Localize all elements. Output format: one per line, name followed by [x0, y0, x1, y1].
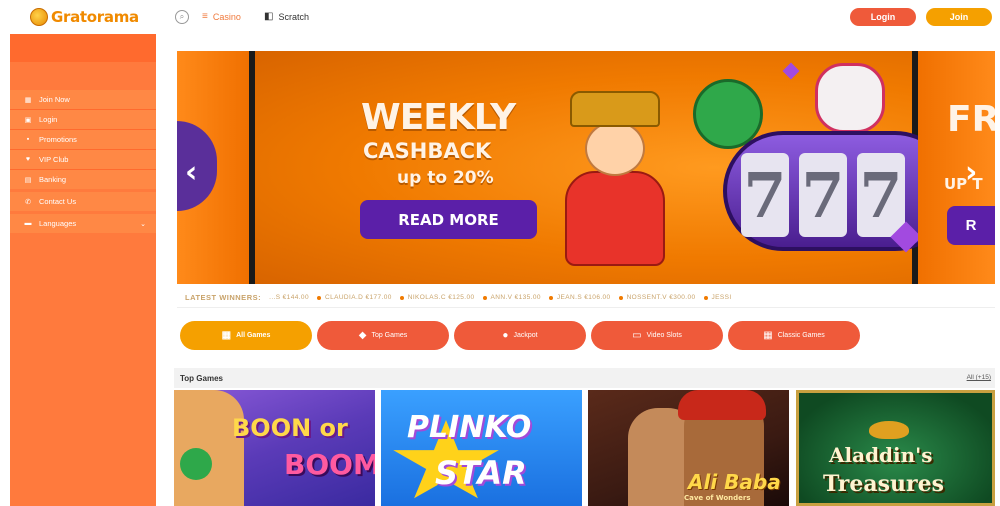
reel-symbol: 7 — [741, 153, 789, 237]
tab-top-games[interactable]: ◆ Top Games — [317, 321, 449, 350]
game-title: BOON or — [232, 414, 348, 442]
logo[interactable]: Gratorama — [30, 8, 139, 26]
next-slide-preview: FR UP T R — [918, 51, 995, 284]
view-all-link[interactable]: All (+15) — [967, 374, 991, 381]
app-root: Gratorama ⌕ ≡ Casino ◧ Scratch Login Joi… — [0, 0, 1000, 506]
scratch-icon: ◧ — [264, 11, 274, 22]
game-tile-boon-or-boom[interactable]: BOON or BOOM — [174, 390, 375, 506]
sidebar-contact[interactable]: ✆ Contact Us — [10, 192, 156, 211]
bomb-art — [180, 448, 212, 480]
heart-icon: ♥ — [25, 156, 31, 163]
winner-item: ANN.V €135.00 — [482, 294, 541, 301]
carousel-next-arrow[interactable]: › — [965, 155, 977, 190]
game-title-line2: BOOM — [284, 448, 375, 481]
promo-subtitle: CASHBACK — [363, 139, 492, 163]
sidebar-item-label: Login — [39, 115, 58, 124]
game-tile-ali-baba[interactable]: Ali Baba Cave of Wonders — [588, 390, 789, 506]
game-tile-plinko-star[interactable]: PLINKO STAR — [381, 390, 582, 506]
winner-item: ...S €144.00 — [269, 294, 309, 301]
sidebar-contact-label: Contact Us — [39, 197, 77, 206]
top-bar: Gratorama ⌕ ≡ Casino ◧ Scratch Login Joi… — [0, 0, 1000, 34]
flag-icon: ▬ — [24, 220, 32, 227]
sidebar-item-label: Banking — [39, 175, 67, 184]
category-tabs: ▦ All Games ◆ Top Games ● Jackpot ▭ Vide… — [180, 321, 860, 350]
grid-icon: ≡ — [202, 11, 208, 22]
tab-video-slots[interactable]: ▭ Video Slots — [591, 321, 723, 350]
login-icon: ▣ — [24, 116, 32, 124]
ticker-label: LATEST WINNERS: — [185, 293, 262, 302]
game-title: Aladdin's — [829, 443, 933, 467]
winner-item: JESSI — [703, 294, 732, 301]
winner-item: JEAN.S €106.00 — [548, 294, 611, 301]
sidebar-item-login[interactable]: ▣ Login — [10, 110, 156, 129]
nav-casino[interactable]: ≡ Casino — [202, 11, 241, 22]
nav-scratch-label: Scratch — [278, 11, 309, 22]
grid-icon: ▦ — [763, 330, 773, 341]
turban-art — [678, 390, 766, 420]
sidebar-item-label: Promotions — [39, 135, 77, 144]
next-slide-button: R — [947, 206, 995, 245]
game-title: Ali Baba — [688, 470, 781, 494]
sidebar-languages[interactable]: ▬ Languages ⌄ — [10, 214, 156, 233]
character-art — [174, 390, 244, 506]
logo-text: Gratorama — [51, 8, 139, 26]
sidebar-header — [10, 34, 156, 62]
winner-item: NOSSENT.V €300.00 — [618, 294, 696, 301]
lamp-art — [869, 421, 909, 439]
sidebar-menu: ▦ Join Now ▣ Login ▪ Promotions ♥ VIP Cl… — [10, 90, 156, 189]
carousel-prev-arrow[interactable]: ‹ — [185, 155, 197, 190]
section-title: Top Games — [180, 374, 223, 383]
coin-icon: ● — [502, 330, 509, 341]
login-button[interactable]: Login — [850, 8, 916, 26]
gem-icon — [782, 62, 800, 80]
reel-symbol: 7 — [799, 153, 847, 237]
latest-winners-ticker: LATEST WINNERS: ...S €144.00 CLAUDIA.D €… — [177, 288, 995, 308]
tab-jackpot[interactable]: ● Jackpot — [454, 321, 586, 350]
next-slide-title: FR — [947, 99, 995, 140]
sidebar-item-join-now[interactable]: ▦ Join Now — [10, 90, 156, 109]
grid-icon: ▦ — [221, 330, 232, 341]
search-icon[interactable]: ⌕ — [175, 10, 189, 24]
slots-icon: ▭ — [632, 330, 642, 341]
fortune-god-art — [560, 91, 670, 271]
sidebar-item-banking[interactable]: ▤ Banking — [10, 170, 156, 189]
game-tile-aladdins-treasures[interactable]: Aladdin's Treasures — [796, 390, 995, 506]
nav-casino-label: Casino — [212, 11, 241, 22]
sidebar: ▦ Join Now ▣ Login ▪ Promotions ♥ VIP Cl… — [10, 34, 156, 506]
bank-icon: ▤ — [24, 176, 32, 184]
tab-all-games[interactable]: ▦ All Games — [180, 321, 312, 350]
logo-coin-icon — [30, 8, 48, 26]
top-games-header: Top Games All (+15) — [174, 368, 995, 388]
gift-icon: ▪ — [26, 136, 30, 143]
game-title: PLINKO — [407, 410, 532, 445]
sidebar-languages-label: Languages — [39, 219, 77, 228]
reel-symbol: 7 — [857, 153, 905, 237]
promo-slide[interactable]: WEEKLY CASHBACK up to 20% READ MORE 7 7 … — [255, 51, 972, 284]
winner-item: CLAUDIA.D €177.00 — [316, 294, 392, 301]
game-title-line2: Treasures — [823, 471, 944, 497]
diamond-icon: ◆ — [358, 330, 367, 341]
join-button[interactable]: Join — [926, 8, 992, 26]
winner-item: NIKOLAS.C €125.00 — [399, 294, 475, 301]
tab-classic-games[interactable]: ▦ Classic Games — [728, 321, 860, 350]
read-more-button[interactable]: READ MORE — [360, 200, 537, 239]
promo-offer: up to 20% — [397, 168, 494, 188]
sidebar-item-label: VIP Club — [39, 155, 69, 164]
sidebar-item-label: Join Now — [39, 95, 70, 104]
grid-icon: ▦ — [24, 96, 32, 104]
promo-title: WEEKLY — [361, 97, 516, 138]
nav-scratch[interactable]: ◧ Scratch — [264, 11, 309, 22]
sidebar-item-promotions[interactable]: ▪ Promotions — [10, 130, 156, 149]
chevron-down-icon: ⌄ — [140, 221, 146, 228]
game-subtitle: Cave of Wonders — [684, 494, 751, 502]
promo-carousel[interactable]: WEEKLY CASHBACK up to 20% READ MORE 7 7 … — [177, 51, 995, 284]
sidebar-item-vip-club[interactable]: ♥ VIP Club — [10, 150, 156, 169]
phone-icon: ✆ — [25, 198, 31, 206]
lion-dance-art — [815, 63, 885, 133]
game-title-line2: STAR — [435, 454, 527, 492]
